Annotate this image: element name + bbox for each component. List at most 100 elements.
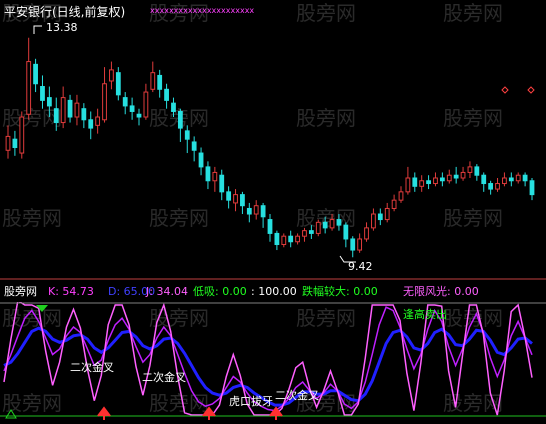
candle-body: [143, 91, 149, 118]
candle-body: [198, 152, 204, 168]
candle-body: [81, 108, 87, 121]
candle-body: [302, 230, 307, 237]
candle-body: [177, 110, 183, 129]
candle-body: [377, 213, 383, 221]
candle-body: [33, 63, 38, 85]
candle-body: [488, 183, 494, 190]
up-arrow-1: [97, 406, 111, 420]
chart-svg: 股旁网 股旁网 股旁网 股旁网股旁网 股旁网 股旁网股旁网 股旁网 股旁网 股旁网股旁网 股旁网股…: [0, 1, 546, 420]
level-value: : 100.00: [251, 285, 297, 298]
candle-body: [336, 219, 342, 226]
candle-body: [508, 177, 514, 182]
candle-body: [274, 232, 280, 246]
watermark-text: 股旁网: [296, 1, 356, 25]
candle-body: [308, 230, 314, 234]
candle-body: [439, 177, 445, 182]
candle-body: [26, 61, 32, 115]
candle-body: [157, 74, 163, 90]
candle-body: [357, 238, 363, 251]
candle-body: [233, 194, 238, 204]
candle-body: [295, 235, 300, 243]
candle-body: [426, 180, 431, 185]
candle-body: [60, 97, 66, 124]
high-label: 13.38: [46, 21, 78, 34]
candle-body: [433, 177, 438, 185]
candle-body: [115, 72, 121, 96]
annotation-ercijinchai-3: 二次金叉: [275, 388, 319, 402]
candle-body: [240, 194, 245, 207]
candle-body: [260, 205, 266, 218]
candle-body: [95, 116, 101, 126]
diefu-value: 跌幅较大: 0.00: [302, 284, 378, 298]
candle-body: [391, 199, 397, 209]
annotation-fenggaomaichu: 逢高卖出: [403, 307, 447, 321]
watermark-text: 股旁网: [2, 206, 62, 230]
candle-body: [136, 113, 142, 118]
candle-body: [5, 135, 11, 151]
candle-body: [74, 102, 80, 118]
diamond-mark: [501, 86, 509, 94]
high-pointer: [33, 25, 42, 34]
annotation-hukoubayao: 虎口拔牙: [229, 394, 273, 408]
watermark-text: 股旁网: [443, 106, 503, 130]
candle-body: [171, 102, 176, 112]
candle-body: [184, 130, 190, 140]
candle-body: [515, 174, 521, 182]
candle-body: [219, 174, 225, 193]
candle-body: [529, 180, 535, 196]
chart-title: 平安银行(日线,前复权): [4, 4, 125, 19]
candle-body: [460, 171, 466, 179]
candle-body: [364, 227, 369, 240]
candle-body: [267, 219, 273, 234]
candle-body: [502, 177, 507, 185]
candle-body: [226, 191, 232, 201]
candle-body: [150, 72, 156, 90]
candle-body: [67, 99, 73, 118]
candle-body: [315, 221, 321, 234]
watermark-text: 股旁网: [296, 106, 356, 130]
candle-body: [205, 166, 211, 182]
annotation-ercijinchai-1: 二次金叉: [70, 360, 114, 374]
candle-body: [102, 83, 107, 121]
candle-body: [53, 108, 59, 124]
candle-body: [467, 166, 473, 173]
candle-body: [522, 174, 528, 182]
watermark-text: 股旁网: [2, 391, 62, 415]
candle-body: [343, 224, 349, 240]
j-value: J: 34.04: [145, 285, 188, 298]
candle-body: [446, 174, 452, 182]
indicator-name: 股旁网: [4, 284, 37, 298]
candle-body: [19, 116, 25, 154]
candle-body: [419, 180, 425, 187]
candle-body: [350, 238, 356, 251]
candle-body: [453, 174, 459, 179]
candle-body: [164, 88, 169, 101]
candle-body: [109, 69, 114, 82]
candle-body: [412, 177, 418, 187]
candle-body: [246, 207, 252, 215]
candle-body: [329, 219, 335, 229]
candle-body: [129, 105, 135, 112]
candle-body: [481, 174, 487, 185]
watermark-text: 股旁网: [2, 106, 62, 130]
k-value: K: 54.73: [48, 285, 94, 298]
candle-body: [384, 207, 390, 221]
dixi-value: 低吸: 0.00: [193, 285, 247, 298]
watermark-text: 股旁网: [443, 206, 503, 230]
candle-body: [405, 177, 411, 193]
marks-layer: [501, 86, 535, 94]
candle-body: [253, 205, 259, 215]
candle-body: [371, 213, 376, 229]
wuxian-value: 无限风光: 0.00: [403, 284, 479, 298]
watermark-text: 股旁网: [443, 1, 503, 25]
candle-body: [288, 235, 294, 243]
candle-body: [281, 235, 287, 246]
low-label: 9.42: [348, 260, 373, 273]
candle-body: [12, 138, 18, 149]
annotation-ercijinchai-2: 二次金叉: [142, 370, 186, 384]
watermark-text: 股旁网: [296, 306, 356, 330]
chart-window: 股旁网 股旁网 股旁网 股旁网 股旁网 股旁网 股旁网 股旁网 股旁网 股旁网 股旁网 股旁网 股旁网股…: [0, 0, 546, 424]
candle-body: [212, 171, 218, 182]
candle-body: [122, 97, 128, 107]
watermark-text: 股旁网: [443, 306, 503, 330]
